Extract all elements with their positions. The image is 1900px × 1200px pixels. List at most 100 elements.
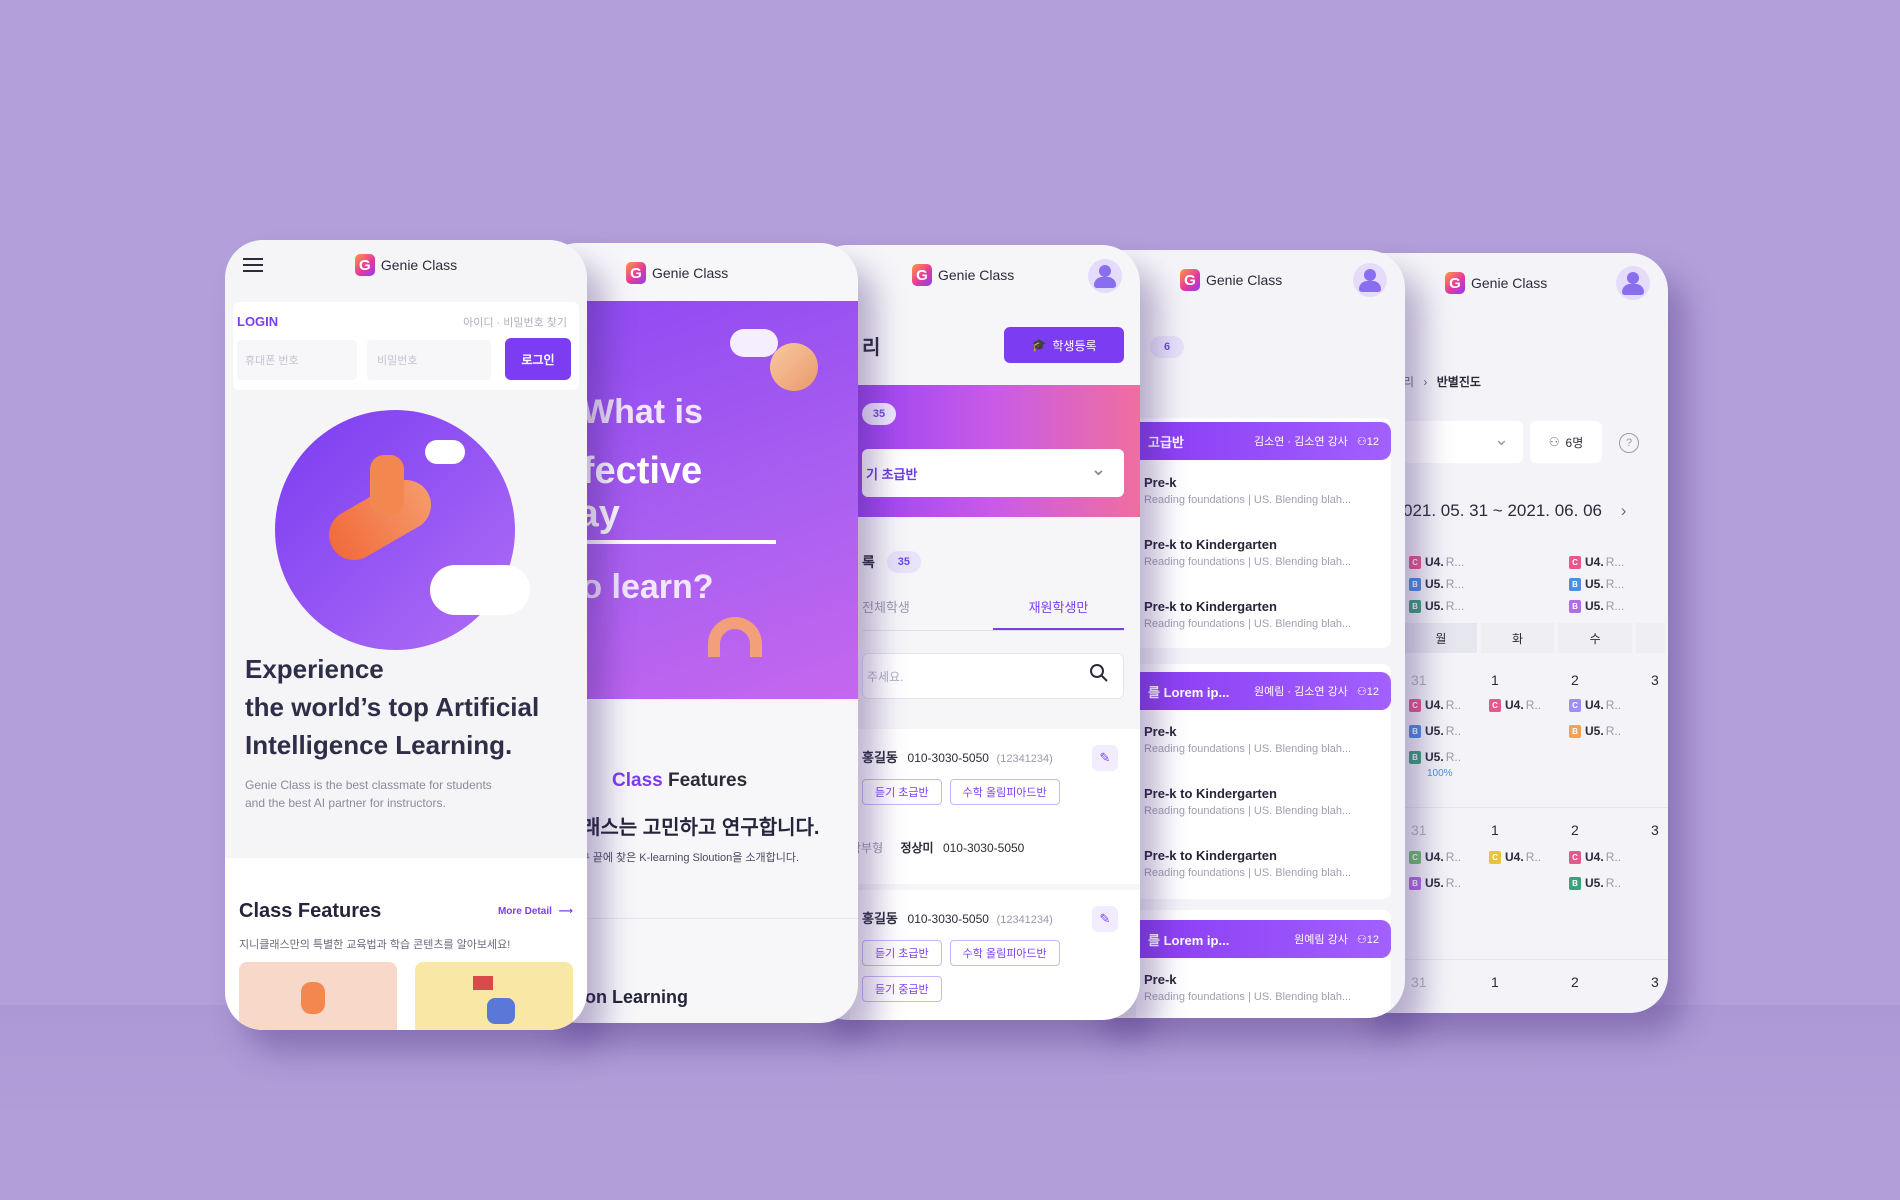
arch-illustration [708, 617, 762, 657]
logo[interactable]: G Genie Class [1445, 272, 1547, 294]
bottom-heading: ion Learning [580, 987, 688, 1007]
register-student-button[interactable]: 🎓 학생등록 [1004, 327, 1124, 363]
tag-unit: U4. [1585, 850, 1604, 864]
day-tue: 화 [1480, 623, 1555, 653]
feature-card[interactable] [415, 962, 573, 1030]
tag-unit: U5. [1585, 599, 1604, 613]
avatar[interactable] [1088, 259, 1122, 293]
date-cell[interactable]: 1 [1491, 974, 1499, 990]
search-box[interactable]: 주세요. [862, 653, 1124, 699]
next-week-icon[interactable]: › [1621, 501, 1627, 520]
header: G Genie Class [540, 243, 858, 303]
edit-icon[interactable]: ✎ [1092, 745, 1118, 771]
lesson-sub: Reading foundations | US. Blending blah.… [1144, 494, 1352, 506]
edit-icon[interactable]: ✎ [1092, 906, 1118, 932]
lesson-item[interactable]: Pre-k Reading foundations | US. Blending … [1144, 475, 1384, 537]
day-wed: 수 [1558, 623, 1632, 653]
date-cell[interactable]: 2 [1571, 672, 1579, 688]
logo-icon: G [912, 264, 932, 286]
date-cell[interactable]: 31 [1411, 974, 1427, 990]
class-select[interactable]: 기 초급반 ⌄ [862, 449, 1124, 497]
avatar[interactable] [1616, 266, 1650, 300]
hero-headline: Experience the world’s top Artificial In… [245, 650, 539, 764]
class-chip[interactable]: 듣기 초급반 [862, 940, 942, 966]
class-group-header[interactable]: 고급반 김소연 · 김소연 강사 ⚇12 [1136, 422, 1391, 460]
lesson-sub: Reading foundations | US. Blending blah.… [1144, 805, 1352, 817]
date-cell[interactable]: 3 [1651, 822, 1659, 838]
phone-placeholder: 휴대폰 번호 [245, 355, 299, 367]
lesson-sub: Reading foundations | US. Blending blah.… [1144, 743, 1352, 755]
date-cell[interactable]: 2 [1571, 822, 1579, 838]
date-range: 021. 05. 31 ~ 2021. 06. 06 › [1403, 501, 1626, 521]
lesson-title: Pre-k [1144, 724, 1177, 739]
class-group-header[interactable]: 를 Lorem ip... 원예림 · 김소연 강사 ⚇12 [1136, 672, 1391, 710]
phone-field[interactable]: 휴대폰 번호 [237, 340, 357, 380]
login-button[interactable]: 로그인 [505, 338, 571, 380]
tag-unit: U4. [1505, 698, 1524, 712]
tag-icon: C [1409, 698, 1421, 712]
more-detail-link[interactable]: More Detail ⟶ [498, 906, 573, 917]
date-cell[interactable]: 1 [1491, 822, 1499, 838]
logo-icon: G [626, 262, 646, 284]
tab-all-students[interactable]: 전체학생 [862, 597, 993, 630]
lesson-item[interactable]: Pre-k to Kindergarten Reading foundations… [1144, 599, 1384, 661]
logo[interactable]: G Genie Class [1180, 269, 1282, 291]
class-chip[interactable]: 수학 올림피아드반 [949, 940, 1060, 966]
student-card[interactable]: 홍길동 010-3030-5050 (12341234) ✎ 듣기 초급반 수학… [850, 729, 1140, 884]
tag-unit: U5. [1425, 724, 1444, 738]
header: G Genie Class [225, 240, 587, 290]
lesson-item[interactable]: Pre-k to Kindergarten Reading foundations… [1144, 848, 1384, 910]
lesson-title: Pre-k [1144, 475, 1177, 490]
feature-card[interactable] [239, 962, 397, 1030]
class-group-header[interactable]: 를 Lorem ip... 원예림 강사 ⚇12 [1136, 920, 1391, 958]
class-chip[interactable]: 듣기 초급반 [862, 779, 942, 805]
lesson-item[interactable]: Pre-k Reading foundations | US. Blending … [1144, 724, 1384, 786]
tag-text: R.. [1525, 850, 1542, 864]
logo[interactable]: G Genie Class [912, 264, 1014, 286]
logo[interactable]: G Genie Class [354, 254, 457, 276]
tag-icon: C [1569, 555, 1581, 569]
register-student-label: 학생등록 [1052, 338, 1097, 353]
tab-enrolled-students[interactable]: 재원학생만 [993, 597, 1124, 630]
class-chip[interactable]: 듣기 중급반 [862, 976, 942, 1002]
class-chip[interactable]: 수학 올림피아드반 [949, 779, 1060, 805]
hero-line-3: to learn? [570, 568, 714, 606]
people-icon: ⚇ [1356, 934, 1367, 946]
class-count: 12 [1366, 436, 1379, 448]
features-title: Class Features [239, 900, 382, 922]
tag-text: R.. [1445, 850, 1462, 864]
tag-icon: B [1409, 724, 1421, 738]
week-row: 31 1 2 3 C U4. R.. B U5. R.. C U4. R.. C U4. R..… [1405, 808, 1668, 960]
day-header: 월 화 수 [1405, 623, 1665, 653]
date-cell[interactable]: 31 [1411, 672, 1427, 688]
hero-illustration [275, 400, 575, 650]
search-icon[interactable] [1089, 663, 1109, 683]
avatar[interactable] [1353, 263, 1387, 297]
password-placeholder: 비밀번호 [377, 355, 418, 367]
help-icon[interactable]: ? [1619, 433, 1639, 453]
logo[interactable]: G Genie Class [626, 262, 728, 284]
date-cell[interactable]: 31 [1411, 822, 1427, 838]
count-badge: 6 [1150, 336, 1184, 358]
tag-unit: U5. [1425, 599, 1444, 613]
mockup-scene: G Genie Class 리 › 반별진도 ⌄ ⚇ 6명 ? 021. 05. 3… [0, 0, 1900, 1200]
class-select[interactable]: ⌄ [1403, 421, 1523, 463]
password-field[interactable]: 비밀번호 [367, 340, 491, 380]
date-cell[interactable]: 3 [1651, 974, 1659, 990]
lesson-item[interactable]: Pre-k to Kindergarten Reading foundations… [1144, 537, 1384, 599]
tag-unit: U5. [1585, 577, 1604, 591]
hero-banner: What is effective way to learn? [540, 301, 858, 699]
student-card[interactable]: 홍길동 010-3030-5050 (12341234) ✎ 듣기 초급반 수학… [850, 890, 1140, 1020]
date-cell[interactable]: 2 [1571, 974, 1579, 990]
tag-icon: B [1569, 577, 1581, 591]
hamburger-menu-icon[interactable] [243, 258, 263, 272]
tag-unit: U5. [1425, 876, 1444, 890]
student-phone: 010-3030-5050 [907, 912, 989, 926]
find-account-link[interactable]: 아이디 · 비밀번호 찾기 [463, 314, 567, 330]
date-cell[interactable]: 1 [1491, 672, 1499, 688]
lesson-item[interactable]: Pre-k Reading foundations | US. Blending … [1144, 972, 1384, 1018]
headline-line-1: Experience [245, 654, 384, 684]
logo-text: Genie Class [938, 267, 1015, 283]
date-cell[interactable]: 3 [1651, 672, 1659, 688]
lesson-item[interactable]: Pre-k to Kindergarten Reading foundations… [1144, 786, 1384, 848]
